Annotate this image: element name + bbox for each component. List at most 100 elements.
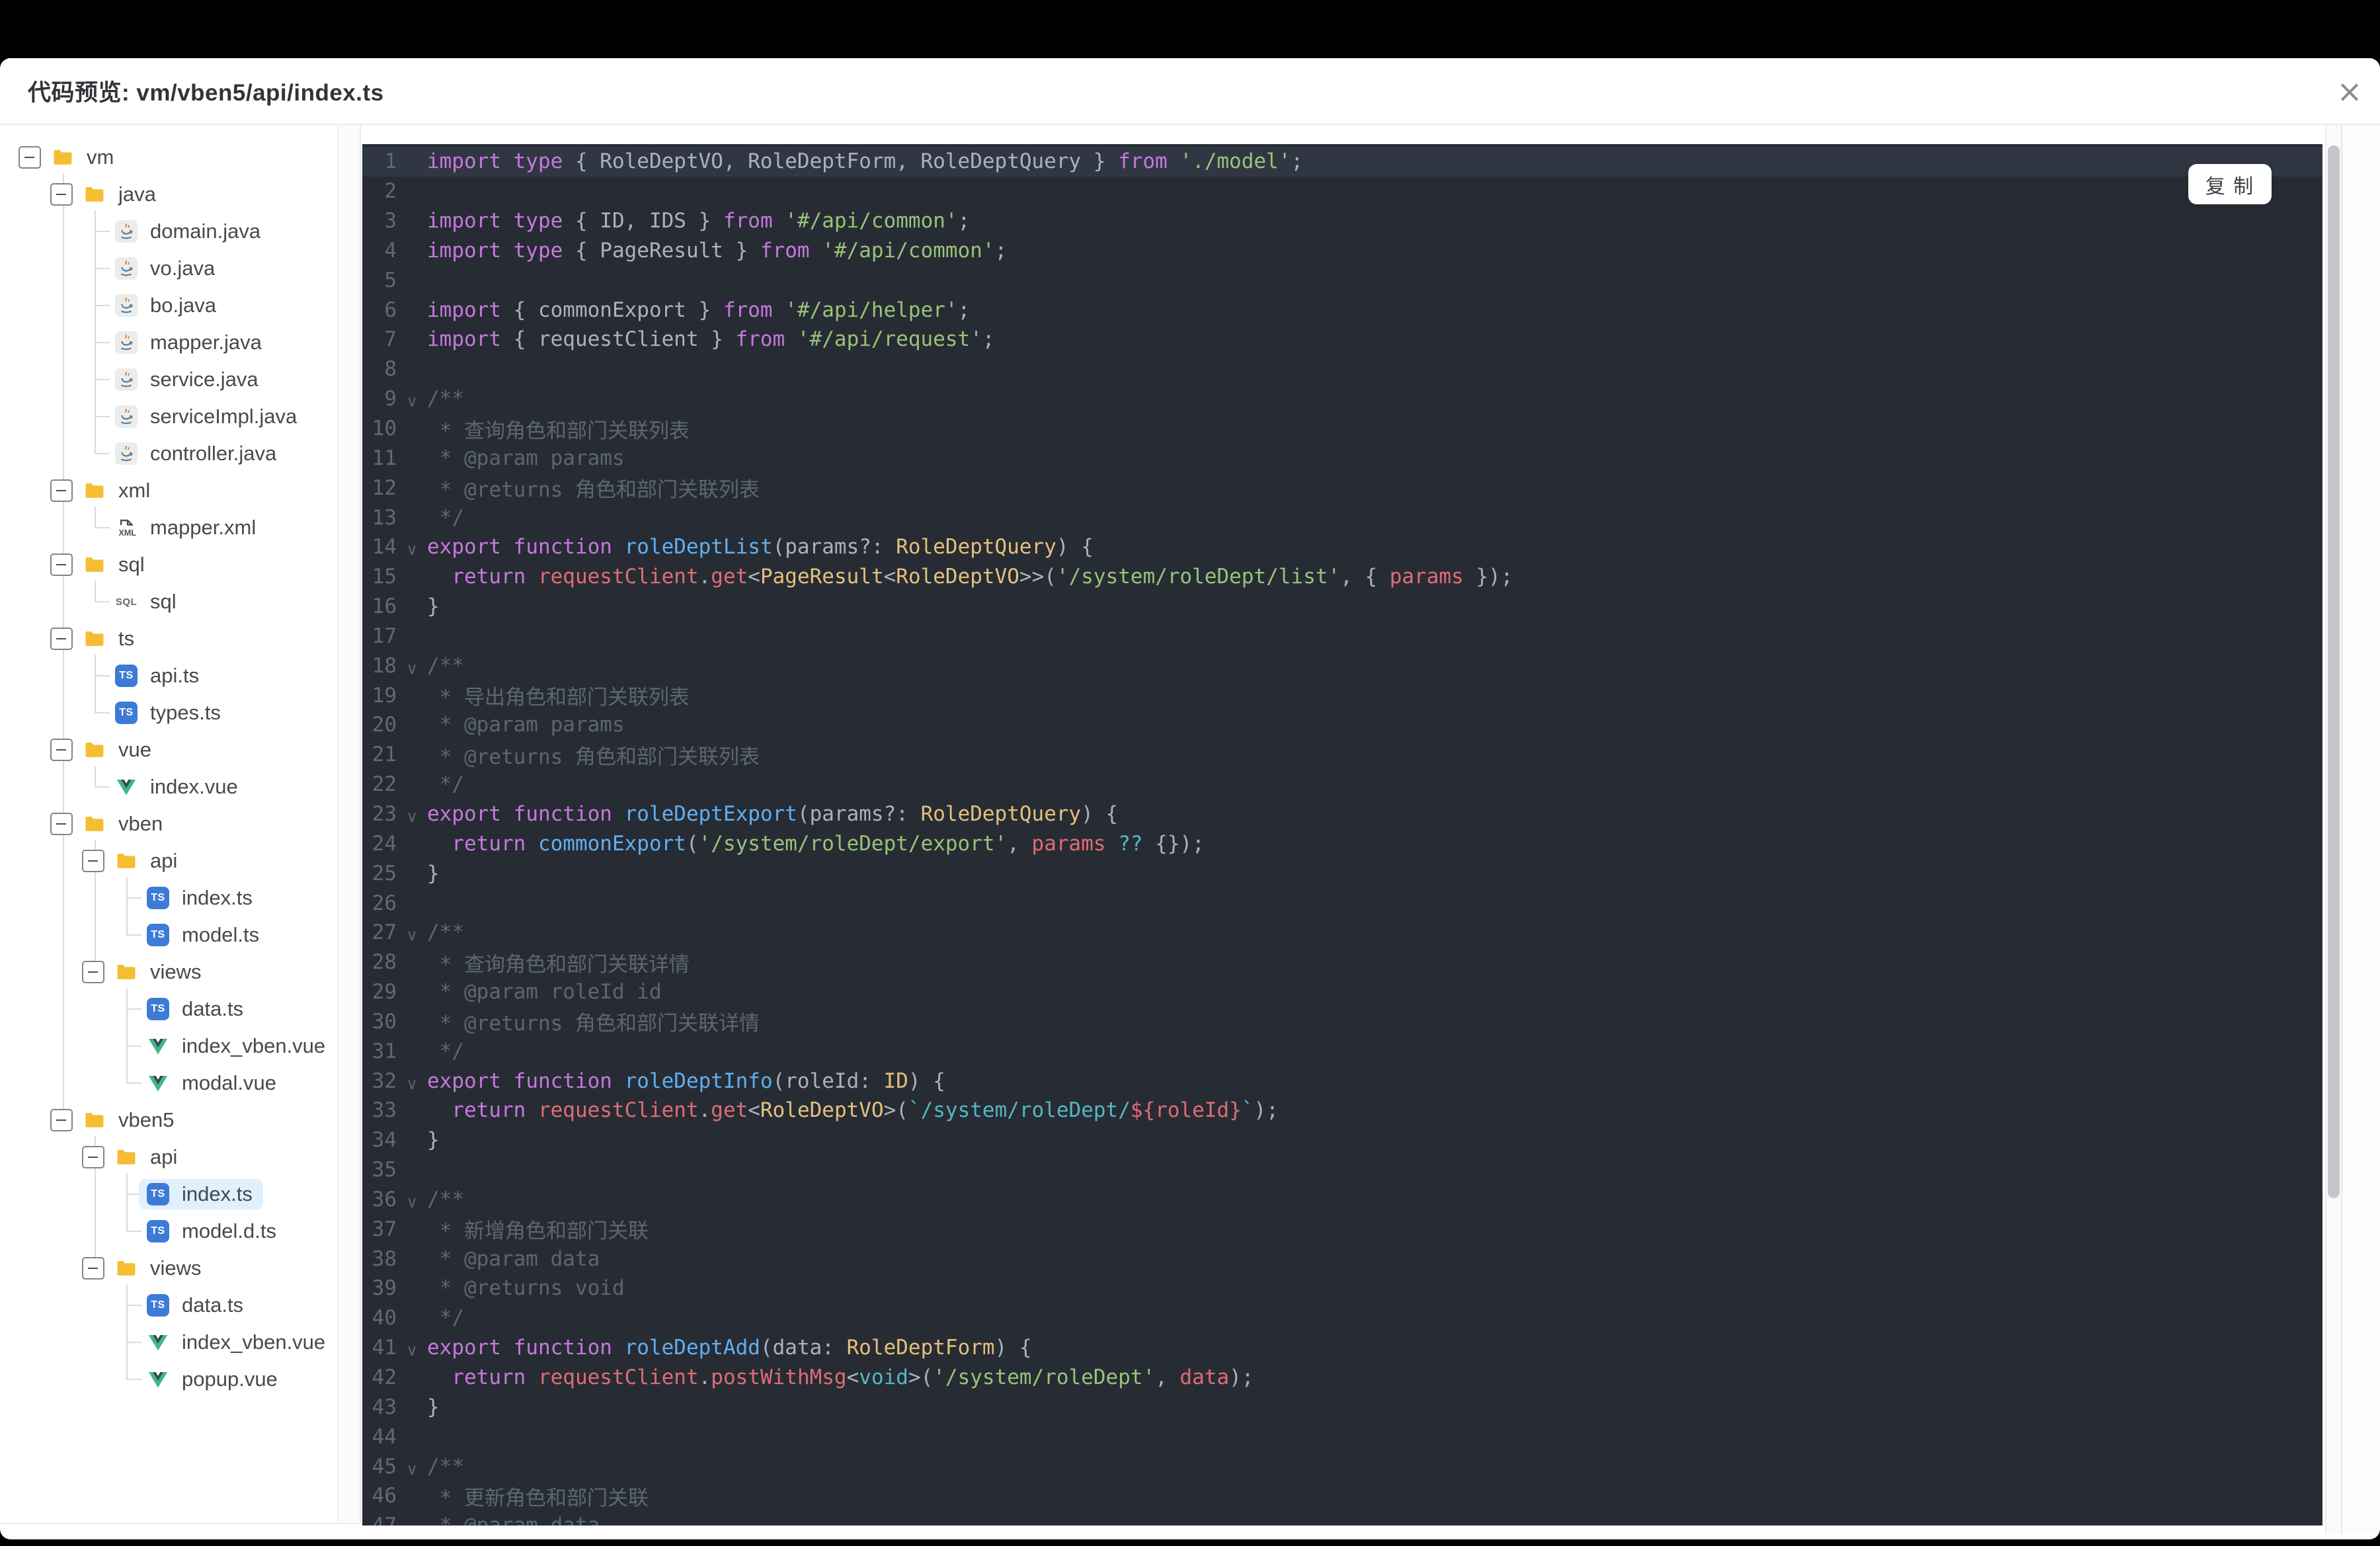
collapse-toggle-icon[interactable] — [82, 1146, 104, 1168]
tree-item-ts[interactable]: ts — [0, 620, 337, 657]
tree-item-content[interactable]: TS data.ts — [139, 1290, 254, 1321]
code-editor[interactable]: 1 import type { RoleDeptVO, RoleDeptForm,… — [362, 144, 2322, 1526]
tree-item-xml[interactable]: xml — [0, 472, 337, 509]
tree-item-content[interactable]: sql — [75, 549, 155, 580]
tree-item-content[interactable]: api — [107, 846, 188, 876]
collapse-toggle-icon[interactable] — [50, 628, 73, 650]
tree-item-vben[interactable]: vben — [0, 805, 337, 842]
collapse-toggle-icon[interactable] — [82, 961, 104, 983]
collapse-toggle-icon[interactable] — [82, 1257, 104, 1280]
line-number: 2 — [384, 179, 397, 204]
tree-item-content[interactable]: service.java — [107, 364, 269, 395]
tree-item-index-ts[interactable]: TS index.ts — [0, 879, 337, 916]
tree-item-types-ts[interactable]: TS types.ts — [0, 694, 337, 731]
tree-item-index-vben-vue[interactable]: index_vben.vue — [0, 1324, 337, 1361]
collapse-toggle-icon[interactable] — [50, 813, 73, 835]
tree-item-content[interactable]: index_vben.vue — [139, 1327, 336, 1358]
collapse-toggle-icon[interactable] — [19, 146, 41, 169]
tree-item-data-ts[interactable]: TS data.ts — [0, 1287, 337, 1324]
tree-item-api[interactable]: api — [0, 1139, 337, 1176]
tree-item-content[interactable]: api — [107, 1142, 188, 1172]
tree-item-content[interactable]: vben — [75, 809, 173, 839]
ts-file-icon: TS — [147, 998, 169, 1020]
collapse-toggle-icon[interactable] — [82, 850, 104, 872]
collapse-toggle-icon[interactable] — [50, 183, 73, 206]
fold-chevron-icon[interactable]: ∨ — [397, 536, 427, 557]
collapse-toggle-icon[interactable] — [50, 739, 73, 761]
tree-item-content[interactable]: TS model.d.ts — [139, 1216, 287, 1246]
tree-item-vm[interactable]: vm — [0, 139, 337, 176]
tree-item-views[interactable]: views — [0, 954, 337, 991]
tree-item-content[interactable]: modal.vue — [139, 1068, 287, 1098]
tree-item-content[interactable]: SQL sql — [107, 587, 187, 617]
tree-item-index-vue[interactable]: index.vue — [0, 768, 337, 805]
tree-item-content[interactable]: views — [107, 1253, 212, 1283]
copy-button[interactable]: 复 制 — [2188, 164, 2272, 204]
tree-item-content[interactable]: TS index.ts — [139, 883, 263, 913]
fold-chevron-icon[interactable]: ∨ — [397, 1071, 427, 1092]
tree-item-content[interactable]: TS index.ts — [139, 1179, 263, 1209]
tree-item-content[interactable]: index.vue — [107, 772, 249, 802]
tree-item-content[interactable]: vm — [44, 142, 124, 173]
tree-item-content[interactable]: TS types.ts — [107, 698, 231, 728]
tree-item-domain-java[interactable]: domain.java — [0, 213, 337, 250]
tree-item-content[interactable]: popup.vue — [139, 1364, 288, 1395]
fold-chevron-icon[interactable]: ∨ — [397, 1337, 427, 1358]
collapse-toggle-icon[interactable] — [50, 553, 73, 576]
code-scrollbar-thumb[interactable] — [2328, 145, 2340, 1198]
fold-chevron-icon[interactable]: ∨ — [397, 388, 427, 409]
tree-item-vben5[interactable]: vben5 — [0, 1102, 337, 1139]
tree-item-content[interactable]: TS api.ts — [107, 661, 210, 691]
tree-item-content[interactable]: views — [107, 957, 212, 987]
collapse-toggle-icon[interactable] — [50, 479, 73, 502]
ts-file-icon: TS — [147, 1220, 169, 1242]
collapse-toggle-icon[interactable] — [50, 1109, 73, 1131]
tree-item-api-ts[interactable]: TS api.ts — [0, 657, 337, 694]
tree-item-content[interactable]: TS model.ts — [139, 920, 270, 950]
tree-item-content[interactable]: controller.java — [107, 438, 287, 469]
tree-item-service-java[interactable]: service.java — [0, 361, 337, 398]
file-tree[interactable]: vm java domain.java vo.java bo.java mapper.ja… — [0, 125, 337, 1523]
tree-item-modal-vue[interactable]: modal.vue — [0, 1065, 337, 1102]
tree-item-model-ts[interactable]: TS model.ts — [0, 916, 337, 954]
tree-item-content[interactable]: mapper.java — [107, 327, 272, 358]
tree-item-content[interactable]: TS data.ts — [139, 994, 254, 1024]
tree-item-index-vben-vue[interactable]: index_vben.vue — [0, 1028, 337, 1065]
tree-item-label: java — [118, 183, 156, 206]
tree-item-data-ts[interactable]: TS data.ts — [0, 991, 337, 1028]
tree-item-content[interactable]: serviceImpl.java — [107, 401, 307, 432]
close-icon[interactable]: × — [2328, 58, 2371, 124]
tree-item-serviceimpl-java[interactable]: serviceImpl.java — [0, 398, 337, 435]
tree-item-bo-java[interactable]: bo.java — [0, 287, 337, 324]
fold-chevron-icon[interactable]: ∨ — [397, 655, 427, 676]
tree-item-sql[interactable]: SQL sql — [0, 583, 337, 620]
tree-item-mapper-java[interactable]: mapper.java — [0, 324, 337, 361]
tree-item-content[interactable]: index_vben.vue — [139, 1031, 336, 1061]
tree-item-content[interactable]: vben5 — [75, 1105, 184, 1135]
tree-item-content[interactable]: java — [75, 179, 167, 210]
fold-chevron-icon[interactable]: ∨ — [397, 922, 427, 943]
tree-item-model-d-ts[interactable]: TS model.d.ts — [0, 1213, 337, 1250]
fold-chevron-icon[interactable]: ∨ — [397, 1456, 427, 1477]
tree-item-vue[interactable]: vue — [0, 731, 337, 768]
tree-item-content[interactable]: domain.java — [107, 216, 271, 247]
tree-item-mapper-xml[interactable]: XML mapper.xml — [0, 509, 337, 546]
tree-item-index-ts[interactable]: TS index.ts — [0, 1176, 337, 1213]
tree-item-content[interactable]: ts — [75, 624, 145, 654]
tree-item-sql[interactable]: sql — [0, 546, 337, 583]
tree-item-content[interactable]: XML mapper.xml — [107, 512, 266, 543]
fold-chevron-icon[interactable]: ∨ — [397, 1189, 427, 1210]
tree-item-content[interactable]: bo.java — [107, 290, 227, 321]
tree-item-api[interactable]: api — [0, 842, 337, 879]
tree-item-content[interactable]: vue — [75, 735, 162, 765]
tree-item-content[interactable]: xml — [75, 475, 161, 506]
tree-item-popup-vue[interactable]: popup.vue — [0, 1361, 337, 1398]
tree-item-views[interactable]: views — [0, 1250, 337, 1287]
tree-item-vo-java[interactable]: vo.java — [0, 250, 337, 287]
tree-item-content[interactable]: vo.java — [107, 253, 225, 284]
tree-item-java[interactable]: java — [0, 176, 337, 213]
tree-item-controller-java[interactable]: controller.java — [0, 435, 337, 472]
fold-chevron-icon[interactable]: ∨ — [397, 803, 427, 825]
